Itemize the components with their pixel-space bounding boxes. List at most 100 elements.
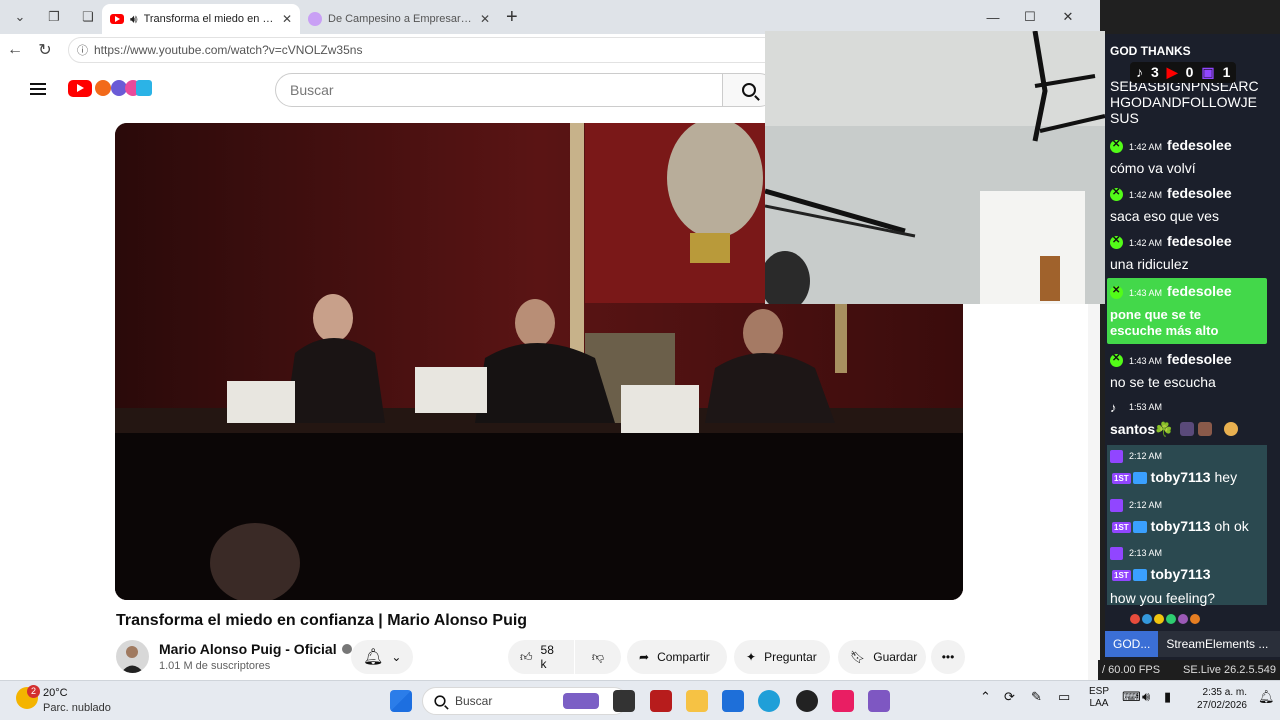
pen-icon[interactable]: ✎ [1031, 689, 1042, 705]
close-tab-icon[interactable]: ✕ [480, 12, 490, 26]
dock-tab-streamelements[interactable]: StreamElements ... [1158, 631, 1276, 657]
search-icon [434, 695, 446, 707]
search-icon [742, 83, 756, 97]
brave-icon[interactable] [650, 690, 672, 712]
menu-icon[interactable] [30, 83, 46, 95]
ask-button[interactable]: ✦ Preguntar [734, 640, 830, 674]
verified-icon [341, 644, 352, 654]
reload-icon[interactable]: ↻ [30, 40, 60, 60]
first-badge: 1ST [1112, 569, 1131, 581]
username: fedesolee [1167, 137, 1232, 153]
display-icon[interactable]: ▭ [1058, 689, 1070, 705]
timestamp: 2:13 AM [1129, 548, 1163, 559]
tiktok-live-icon[interactable] [832, 690, 854, 712]
close-tab-icon[interactable]: ✕ [282, 12, 292, 26]
chat-message-body: 1ST toby7113 [1112, 566, 1211, 582]
task-view-icon[interactable] [613, 690, 635, 712]
channel-avatar[interactable] [116, 640, 149, 673]
chat-header: GOD THANKS [1110, 44, 1191, 58]
channel-name[interactable]: Mario Alonso Puig - Oficial [159, 641, 352, 657]
dock-tabs: GOD... StreamElements ... [1105, 631, 1280, 657]
chevron-up-icon[interactable]: ⌃ [980, 689, 991, 705]
kick-icon [1110, 285, 1123, 299]
maximize-button[interactable]: ☐ [1011, 0, 1049, 34]
search-input[interactable]: Buscar [275, 73, 723, 107]
emote-strip [1130, 614, 1250, 626]
language-indicator[interactable]: ESP LAA [1089, 686, 1109, 710]
save-button[interactable]: 🔖︎ Guardar [838, 640, 926, 674]
like-count: 58 k [540, 643, 554, 671]
url-field[interactable]: ⓘ https://www.youtube.com/watch?v=cVNOLZ… [68, 37, 828, 63]
close-window-button[interactable]: ✕ [1049, 0, 1087, 34]
notifications-button[interactable]: 🔔︎ ⌄ [351, 640, 413, 674]
site-info-icon[interactable]: ⓘ [77, 42, 88, 58]
first-badge: 1ST [1112, 472, 1131, 484]
username: fedesolee [1167, 283, 1232, 299]
tab-second[interactable]: De Campesino a Empresario- cóm ✕ [300, 4, 498, 34]
clock-time: 2:35 a. m. [1202, 687, 1247, 698]
battery-icon[interactable]: ▮ [1164, 689, 1171, 705]
start-button[interactable] [390, 690, 412, 712]
taskbar-search-text: Buscar [455, 694, 493, 708]
tab-actions-button[interactable]: ⌄ [6, 4, 34, 30]
obs-icon[interactable] [796, 690, 818, 712]
weather-desc[interactable]: Parc. nublado [43, 702, 111, 714]
search-highlight-icon [563, 693, 599, 709]
edge-icon[interactable] [758, 690, 780, 712]
tab-groups-icon[interactable]: ❏ [74, 4, 102, 30]
chat-message: 2:13 AM [1110, 547, 1167, 560]
partial-message: SEBASBIGNPNSEARC HGODANDFOLLOWJE SUS [1110, 78, 1259, 126]
message-text: oh ok [1214, 518, 1249, 534]
weather-badge: 2 [27, 685, 40, 698]
workspaces-icon[interactable]: ❐ [40, 4, 68, 30]
sub-badge-icon [1132, 569, 1147, 582]
notification-bell-icon[interactable]: 🔔︎ [1258, 689, 1275, 705]
tab-title: Transforma el miedo en confi [143, 13, 276, 25]
webcam-overlay [765, 31, 1112, 304]
chat-message: 1:43 AM fedesolee [1110, 283, 1232, 299]
back-arrow-icon[interactable]: ← [0, 41, 30, 59]
volume-icon[interactable]: 🔊︎ [1142, 689, 1150, 705]
thumbs-up-icon: 👍︎ [520, 649, 533, 664]
minimize-button[interactable]: — [974, 0, 1012, 34]
store-icon[interactable] [722, 690, 744, 712]
thumbs-down-icon: 👎︎ [591, 649, 605, 664]
bell-icon: 🔔︎ [363, 649, 384, 666]
youtube-logo[interactable] [68, 80, 92, 97]
first-badge: 1ST [1112, 521, 1131, 533]
message-text: how you feeling? [1110, 590, 1216, 606]
keyboard-layout: LAA [1089, 698, 1109, 709]
speaker-icon[interactable]: 🔊︎ [130, 12, 138, 27]
avatar-image [121, 646, 144, 673]
url-text: https://www.youtube.com/watch?v=cVNOLZw3… [94, 43, 363, 57]
like-button[interactable]: 👍︎ 58 k [508, 640, 574, 674]
channel-name-text: Mario Alonso Puig - Oficial [159, 641, 337, 657]
emote-icon [1190, 614, 1200, 624]
more-actions-button[interactable]: ••• [931, 640, 965, 674]
dock-tab-god[interactable]: GOD... [1105, 631, 1159, 657]
share-icon: ➦ [639, 650, 650, 664]
partial-line: SUS [1110, 110, 1139, 126]
emote-icon [1198, 422, 1212, 436]
language-code: ESP [1089, 686, 1110, 697]
app-icon[interactable] [868, 690, 890, 712]
file-explorer-icon[interactable] [686, 690, 708, 712]
twitch-icon [1110, 499, 1123, 512]
bookmark-icon: 🔖︎ [850, 650, 866, 664]
chat-message-body: 1ST toby7113 hey [1112, 469, 1237, 485]
sync-icon[interactable]: ⟳ [1004, 689, 1015, 705]
new-tab-button[interactable]: + [506, 6, 518, 29]
tiktok-icon: ♪ [1110, 400, 1117, 415]
weather-temp[interactable]: 20°C [43, 687, 68, 699]
twitch-icon [1110, 450, 1123, 463]
tiktok-count: 3 [1151, 64, 1159, 80]
chevron-down-icon: ⌄ [391, 650, 402, 664]
chat-message: 2:12 AM [1110, 499, 1167, 512]
share-button[interactable]: ➦ Compartir [627, 640, 727, 674]
dislike-button[interactable]: 👎︎ [575, 640, 621, 674]
message-text: saca eso que ves [1110, 208, 1219, 224]
network-icon[interactable]: ⌨ [1122, 689, 1141, 705]
clock[interactable]: 2:35 a. m. 27/02/2026 [1185, 686, 1247, 712]
tab-youtube[interactable]: 🔊︎ Transforma el miedo en confi ✕ [102, 4, 300, 34]
message-text: pone que se te escuche más alto [1110, 307, 1218, 339]
